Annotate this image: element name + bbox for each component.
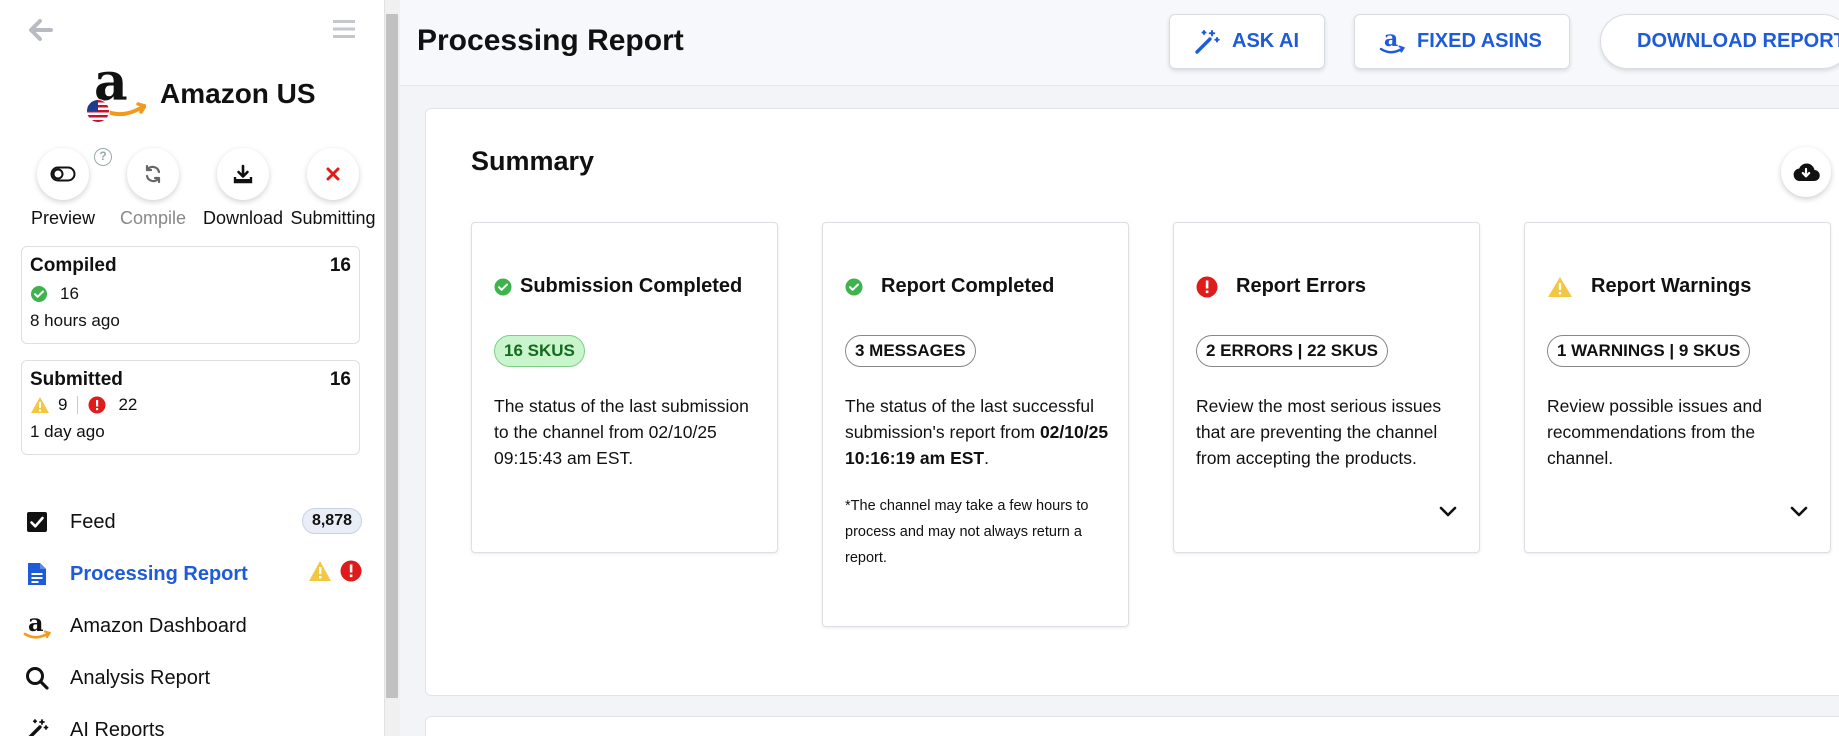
document-icon (22, 559, 52, 589)
card-title: Report Warnings (1591, 275, 1752, 297)
submitted-time: 1 day ago (30, 422, 105, 441)
hamburger-menu-icon[interactable] (332, 18, 356, 40)
card-description: The status of the last successful submis… (845, 393, 1113, 471)
sidebar: a Amazon US Preview Compile Download Sub… (0, 0, 384, 736)
secondary-panel (425, 716, 1839, 736)
action-bar: Preview Compile Download Submitting (18, 148, 380, 228)
chevron-down-icon[interactable] (1439, 505, 1457, 517)
magic-wand-icon (1195, 29, 1220, 54)
skus-pill: 16 SKUS (494, 335, 585, 367)
sidebar-item-amazon-dashboard[interactable]: a Amazon Dashboard (22, 600, 362, 652)
error-icon (88, 396, 106, 414)
warnings-pill: 1 WARNINGS | 9 SKUS (1547, 335, 1751, 367)
card-title: Submission Completed (520, 275, 743, 297)
preview-toggle-button[interactable] (37, 148, 89, 200)
sidebar-item-label: Processing Report (70, 562, 248, 585)
compiled-time: 8 hours ago (30, 311, 120, 330)
check-circle-icon (845, 278, 863, 295)
report-errors-card: Report Errors 2 ERRORS | 22 SKUS Review … (1173, 222, 1480, 553)
page-title: Processing Report (417, 24, 684, 57)
ask-ai-label: ASK AI (1232, 30, 1300, 52)
download-label: Download (202, 208, 284, 228)
errors-pill: 2 ERRORS | 22 SKUS (1196, 335, 1388, 367)
warning-icon (309, 561, 331, 581)
download-report-label: DOWNLOAD REPORT (1637, 30, 1839, 52)
fixed-asins-label: FIXED ASINS (1417, 30, 1542, 52)
sidebar-nav: Feed 8,878 Processing Report a Amazon Da… (22, 496, 362, 736)
warning-icon (1548, 276, 1572, 297)
card-description: Review possible issues and recommendatio… (1547, 396, 1762, 468)
ask-ai-button[interactable]: ASK AI (1169, 14, 1325, 69)
sidebar-item-ai-reports[interactable]: AI Reports (22, 704, 362, 736)
report-warnings-card: Report Warnings 1 WARNINGS | 9 SKUS Revi… (1524, 222, 1831, 553)
sidebar-item-label: Analysis Report (70, 666, 211, 689)
messages-pill: 3 MESSAGES (845, 335, 976, 367)
amazon-us-logo-icon: a (84, 52, 147, 126)
card-note: *The channel may take a few hours to pro… (845, 498, 1089, 566)
sidebar-item-processing-report[interactable]: Processing Report (22, 548, 362, 600)
card-title: Report Errors (1236, 275, 1367, 297)
feed-count-badge: 8,878 (301, 508, 362, 534)
error-icon (1196, 276, 1218, 297)
magic-wand-icon (22, 715, 52, 736)
checkbox-icon (22, 507, 52, 537)
submitting-button[interactable] (307, 148, 359, 200)
amazon-icon: a (22, 611, 52, 641)
compiled-success-count: 16 (60, 284, 79, 303)
sidebar-item-label: Amazon Dashboard (70, 614, 247, 637)
cloud-download-icon (1793, 163, 1820, 182)
submitted-warning-count: 9 (58, 395, 68, 414)
check-circle-icon (494, 278, 512, 295)
submitting-action[interactable]: Submitting (288, 148, 378, 229)
compile-button[interactable] (127, 148, 179, 200)
error-icon (340, 560, 362, 582)
download-action[interactable]: Download (198, 148, 288, 229)
sidebar-item-analysis-report[interactable]: Analysis Report (22, 652, 362, 704)
compile-action[interactable]: Compile (108, 148, 198, 229)
close-x-icon (326, 167, 340, 181)
divider (77, 396, 79, 414)
amazon-icon: a (1379, 28, 1405, 53)
download-button[interactable] (217, 148, 269, 200)
download-icon (233, 164, 253, 184)
submitting-label: Submitting (290, 208, 376, 228)
compile-label: Compile (119, 208, 187, 228)
svg-text:a: a (1384, 28, 1398, 52)
card-description-end: . (984, 448, 989, 468)
svg-text:a: a (28, 611, 44, 637)
search-icon (22, 663, 52, 693)
cloud-download-button[interactable] (1781, 147, 1831, 197)
help-icon[interactable]: ? (94, 148, 112, 166)
submitted-title: Submitted (30, 369, 123, 390)
warning-icon (31, 397, 49, 413)
submitted-error-count: 22 (118, 395, 138, 414)
sidebar-item-label: Feed (70, 510, 116, 533)
back-arrow-icon[interactable] (26, 16, 54, 44)
chevron-down-icon[interactable] (1790, 505, 1808, 517)
card-description: Review the most serious issues that are … (1196, 396, 1442, 468)
compiled-title: Compiled (30, 255, 117, 276)
card-description: The status of the last submission to the… (494, 396, 749, 468)
download-report-button[interactable]: DOWNLOAD REPORT (1600, 14, 1839, 69)
submitted-total: 16 (329, 369, 351, 390)
check-circle-icon (31, 286, 47, 302)
refresh-icon (145, 164, 161, 184)
compiled-total: 16 (329, 255, 351, 276)
page-header: Processing Report ASK AI a FIXED ASINS D… (400, 0, 1839, 86)
submission-completed-card: Submission Completed 16 SKUS The status … (471, 222, 778, 553)
sidebar-scrollbar-thumb[interactable] (386, 14, 398, 698)
sidebar-item-label: AI Reports (70, 718, 165, 736)
submitted-card: Submitted 16 9 22 1 day ago (21, 360, 360, 455)
fixed-asins-button[interactable]: a FIXED ASINS (1354, 14, 1570, 69)
compiled-card: Compiled 16 16 8 hours ago (21, 246, 360, 344)
store-title: Amazon US (160, 78, 316, 109)
preview-label: Preview (30, 208, 96, 228)
processing-report-alerts (308, 560, 362, 582)
sidebar-item-feed[interactable]: Feed 8,878 (22, 496, 362, 548)
card-title: Report Completed (881, 275, 1055, 297)
toggle-icon (50, 166, 76, 182)
summary-title: Summary (471, 146, 595, 176)
report-completed-card: Report Completed 3 MESSAGES The status o… (822, 222, 1129, 627)
